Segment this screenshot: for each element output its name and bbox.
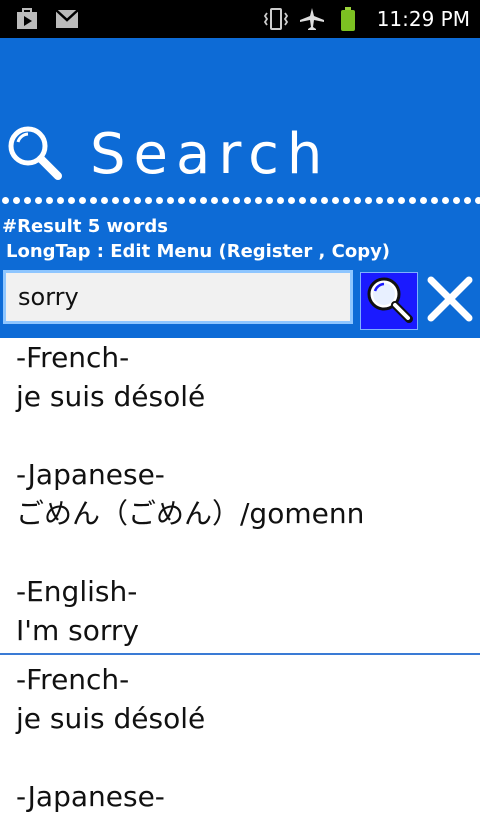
divider-dot bbox=[299, 197, 306, 204]
dotted-divider bbox=[0, 196, 480, 206]
search-icon bbox=[363, 273, 415, 329]
divider-dot bbox=[101, 197, 108, 204]
divider-dot bbox=[211, 197, 218, 204]
search-input[interactable] bbox=[3, 270, 353, 324]
divider-dot bbox=[288, 197, 295, 204]
divider-dot bbox=[266, 197, 273, 204]
search-title-icon bbox=[6, 124, 64, 186]
status-bar: 11:29 PM bbox=[0, 0, 480, 38]
divider-dot bbox=[134, 197, 141, 204]
close-icon bbox=[425, 274, 475, 328]
divider-dot bbox=[365, 197, 372, 204]
divider-dot bbox=[475, 197, 480, 204]
divider-dot bbox=[310, 197, 317, 204]
divider-dot bbox=[233, 197, 240, 204]
divider-dot bbox=[453, 197, 460, 204]
divider-dot bbox=[343, 197, 350, 204]
divider-dot bbox=[112, 197, 119, 204]
language-label: -Japanese- bbox=[16, 780, 165, 813]
divider-dot bbox=[189, 197, 196, 204]
divider-dot bbox=[332, 197, 339, 204]
divider-dot bbox=[24, 197, 31, 204]
language-label: -French- bbox=[16, 663, 130, 696]
title-row: Search bbox=[6, 124, 330, 186]
translation-text: je suis désolé bbox=[16, 380, 206, 413]
status-left-icons bbox=[14, 6, 80, 32]
divider-dot bbox=[123, 197, 130, 204]
translation-text: ごめん（ごめん）/gomenn bbox=[16, 497, 365, 530]
divider-dot bbox=[167, 197, 174, 204]
divider-dot bbox=[46, 197, 53, 204]
divider-dot bbox=[156, 197, 163, 204]
vibrate-icon bbox=[263, 6, 289, 32]
search-header: Search #Result 5 words LongTap : Edit Me… bbox=[0, 38, 480, 338]
clear-button[interactable] bbox=[423, 274, 477, 328]
divider-dot bbox=[145, 197, 152, 204]
divider-dot bbox=[222, 197, 229, 204]
translation-text: I'm sorry bbox=[16, 614, 139, 647]
results-list: -French- je suis désolé -Japanese- ごめん（ご… bbox=[0, 338, 480, 816]
divider-dot bbox=[420, 197, 427, 204]
divider-dot bbox=[442, 197, 449, 204]
status-right-icons: 11:29 PM bbox=[263, 6, 470, 32]
language-label: -French- bbox=[16, 341, 130, 374]
divider-dot bbox=[354, 197, 361, 204]
divider-dot bbox=[398, 197, 405, 204]
battery-icon bbox=[335, 6, 361, 32]
divider-dot bbox=[68, 197, 75, 204]
divider-dot bbox=[464, 197, 471, 204]
result-item[interactable]: -French- je suis désolé -Japanese- ごめん（ご… bbox=[0, 338, 480, 650]
airplane-icon bbox=[299, 6, 325, 32]
result-count: #Result 5 words bbox=[2, 216, 168, 237]
language-label: -English- bbox=[16, 575, 138, 608]
page-title: Search bbox=[90, 122, 331, 187]
divider-dot bbox=[277, 197, 284, 204]
translation-text: je suis désolé bbox=[16, 702, 206, 735]
divider-dot bbox=[35, 197, 42, 204]
divider-dot bbox=[90, 197, 97, 204]
search-button[interactable] bbox=[360, 272, 418, 330]
divider-dot bbox=[244, 197, 251, 204]
divider-dot bbox=[409, 197, 416, 204]
result-divider bbox=[0, 653, 480, 655]
divider-dot bbox=[376, 197, 383, 204]
longtap-hint: LongTap : Edit Menu (Register , Copy) bbox=[6, 241, 391, 262]
divider-dot bbox=[321, 197, 328, 204]
divider-dot bbox=[2, 197, 9, 204]
status-time: 11:29 PM bbox=[376, 7, 470, 31]
divider-dot bbox=[200, 197, 207, 204]
divider-dot bbox=[255, 197, 262, 204]
divider-dot bbox=[79, 197, 86, 204]
divider-dot bbox=[431, 197, 438, 204]
language-label: -Japanese- bbox=[16, 458, 165, 491]
divider-dot bbox=[178, 197, 185, 204]
divider-dot bbox=[387, 197, 394, 204]
gmail-icon bbox=[54, 6, 80, 32]
play-store-icon bbox=[14, 6, 40, 32]
divider-dot bbox=[57, 197, 64, 204]
result-item[interactable]: -French- je suis désolé -Japanese- bbox=[0, 660, 480, 816]
divider-dot bbox=[13, 197, 20, 204]
